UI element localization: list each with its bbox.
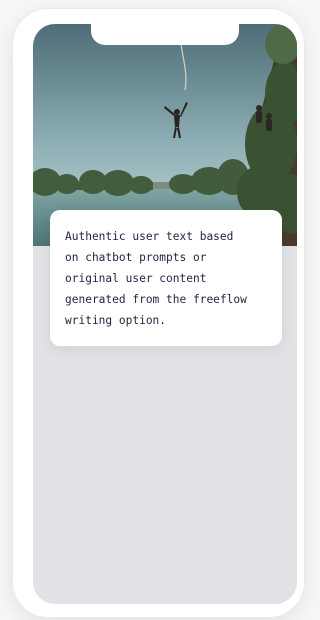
phone-notch xyxy=(91,23,239,45)
caption-card: Authentic user text based on chatbot pro… xyxy=(50,210,282,346)
caption-text: Authentic user text based on chatbot pro… xyxy=(65,230,247,327)
page: Authentic user text based on chatbot pro… xyxy=(0,0,307,620)
